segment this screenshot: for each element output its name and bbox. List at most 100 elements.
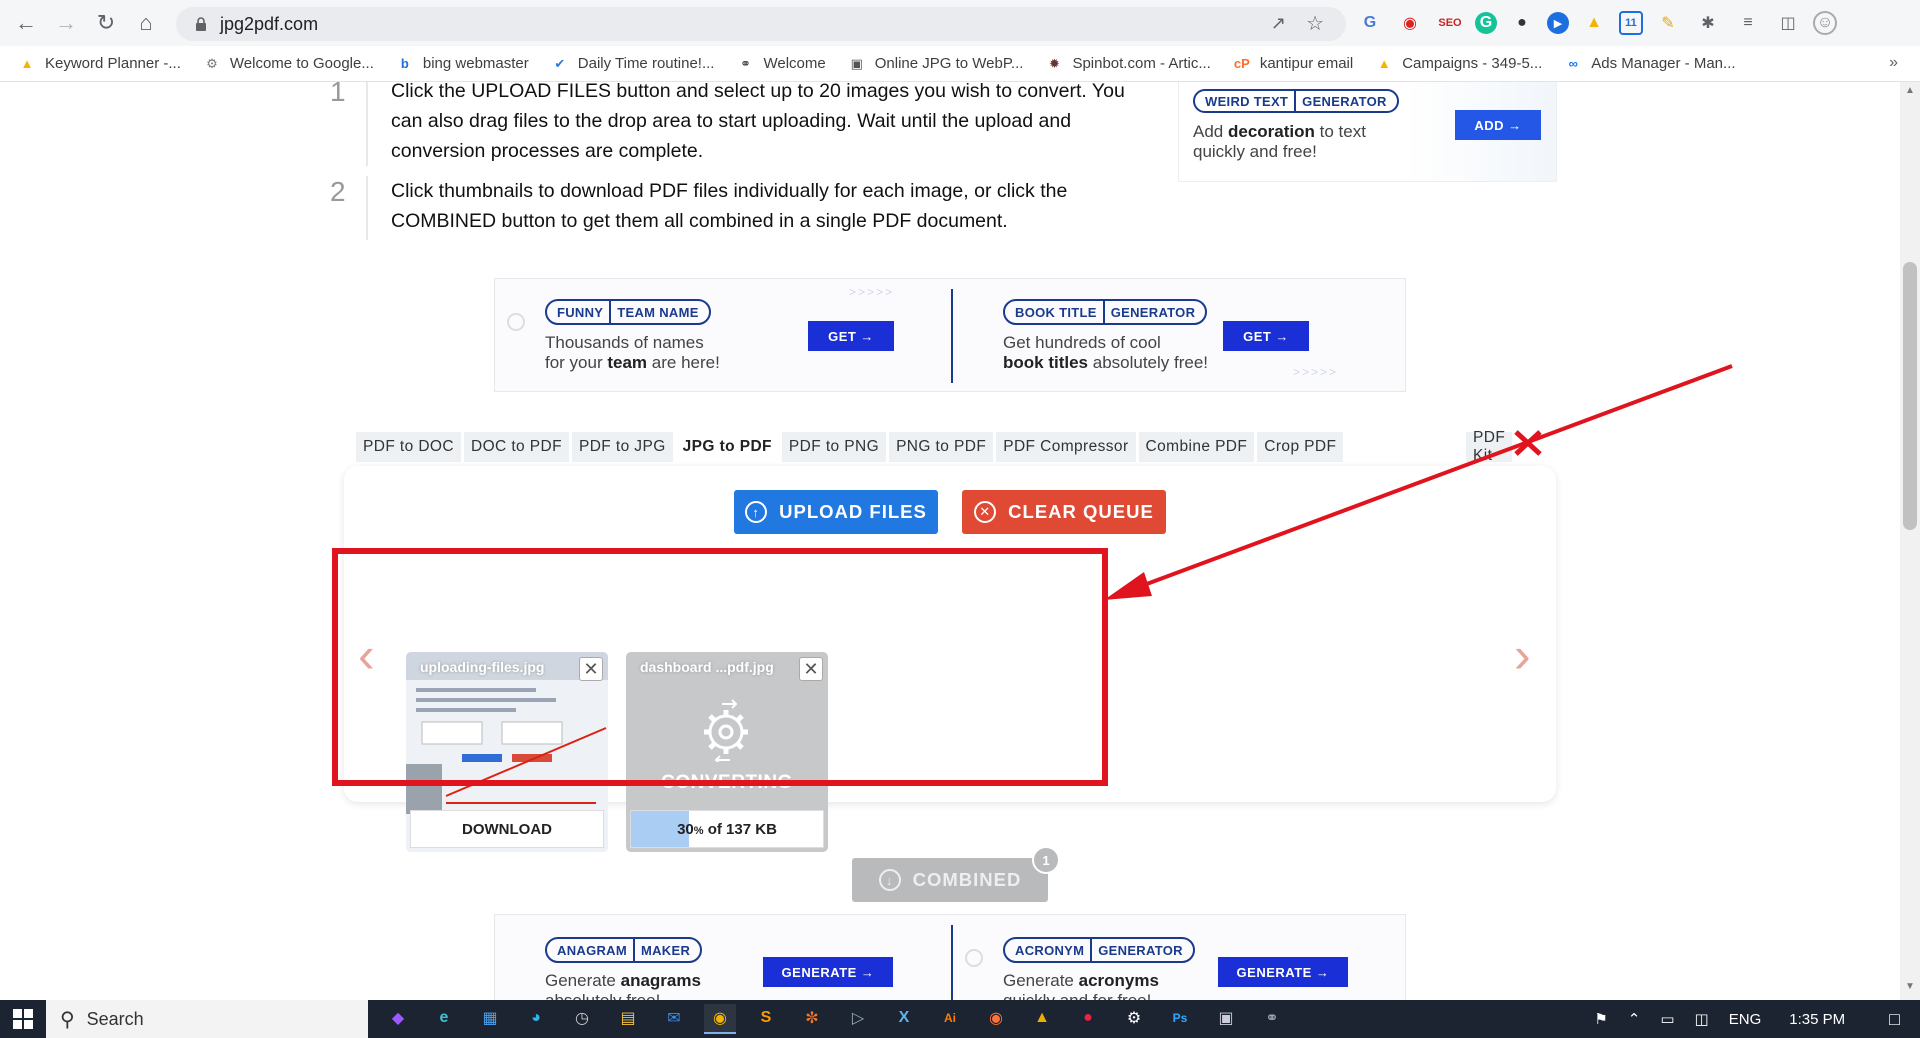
close-icon[interactable]: ✕ — [799, 657, 823, 681]
extension-red-icon[interactable]: ◉ — [1395, 8, 1425, 38]
app-window-icon[interactable]: ▣ — [1210, 1004, 1242, 1034]
next-arrow-icon[interactable]: › — [1514, 626, 1531, 684]
ad-weird-text-generator[interactable]: WEIRD TEXT GENERATOR Add decoration to te… — [1178, 82, 1557, 182]
close-icon[interactable]: ✕ — [579, 657, 603, 681]
settings-gear-icon[interactable]: ⚙ — [1118, 1004, 1150, 1034]
back-icon[interactable]: ← — [6, 3, 46, 43]
tab-pdf-kit[interactable]: PDF Kit — [1466, 429, 1513, 464]
people-icon[interactable]: ⚑ — [1594, 1010, 1607, 1028]
clock-time[interactable]: 1:35 PM — [1789, 1011, 1845, 1028]
image-file-icon: ▣ — [850, 55, 863, 71]
extension-play-icon[interactable]: ▶ — [1547, 12, 1569, 34]
combined-button[interactable]: ↓ COMBINED — [852, 858, 1048, 902]
tab-jpg-to-pdf[interactable]: JPG to PDF — [675, 432, 779, 462]
tab-combine-pdf[interactable]: Combine PDF — [1138, 432, 1255, 462]
translate-icon[interactable]: G — [1355, 8, 1385, 38]
language-indicator[interactable]: ENG — [1729, 1011, 1762, 1028]
address-bar[interactable]: jpg2pdf.com ↗ ☆ — [176, 7, 1346, 41]
ad-generate-button[interactable]: GENERATE → — [763, 957, 893, 987]
ad-book-title-generator[interactable]: BOOK TITLE GENERATOR Get hundreds of cool… — [953, 279, 1409, 391]
battery-icon[interactable]: ▭ — [1660, 1010, 1674, 1028]
photoshop-icon[interactable]: Ps — [1164, 1004, 1196, 1034]
app-purple-icon[interactable]: ◆ — [382, 1004, 414, 1034]
mail-icon[interactable]: ✉ — [658, 1004, 690, 1034]
prev-arrow-icon[interactable]: ‹ — [358, 626, 375, 684]
ad-generate-button[interactable]: GENERATE → — [1218, 957, 1348, 987]
xampp-icon[interactable]: X — [888, 1004, 920, 1034]
bookmark-welcome[interactable]: ⚭ Welcome — [736, 55, 826, 73]
edge-icon[interactable]: e — [428, 1004, 460, 1034]
url-text: jpg2pdf.com — [220, 13, 319, 34]
file-thumbnail-2[interactable]: dashboard ...pdf.jpg ✕ CONVERTING 30% of… — [626, 652, 828, 852]
ad-banner-bottom: ANAGRAMMAKER Generate anagrams absolutel… — [494, 914, 1406, 1000]
combined-count-badge: 1 — [1032, 846, 1060, 874]
store-icon[interactable]: ▦ — [474, 1004, 506, 1034]
bookmark-welcome-google[interactable]: ⚙ Welcome to Google... — [203, 55, 374, 73]
chrome-icon[interactable]: ◉ — [704, 1004, 736, 1034]
seo-extension-icon[interactable]: SEO — [1435, 8, 1465, 38]
file-thumbnail-1[interactable]: uploading-files.jpg ✕ DOWNLOAD — [406, 652, 608, 852]
tab-pdf-to-jpg[interactable]: PDF to JPG — [571, 432, 673, 462]
tab-pdf-compressor[interactable]: PDF Compressor — [996, 432, 1136, 462]
file-explorer-icon[interactable]: ▤ — [612, 1004, 644, 1034]
tab-pdf-to-doc[interactable]: PDF to DOC — [356, 432, 461, 462]
page-scrollbar[interactable] — [1900, 82, 1920, 1000]
ad-get-button[interactable]: GET → — [808, 321, 894, 351]
ad-get-button[interactable]: GET → — [1223, 321, 1309, 351]
side-panel-icon[interactable]: ◫ — [1773, 8, 1803, 38]
illustrator-icon[interactable]: Ai — [934, 1004, 966, 1034]
clear-queue-button[interactable]: ✕ CLEAR QUEUE — [962, 490, 1166, 534]
bookmark-spinbot[interactable]: ✹ Spinbot.com - Artic... — [1045, 55, 1211, 73]
firefox-icon[interactable]: ◉ — [980, 1004, 1012, 1034]
bookmark-kantipur-email[interactable]: cP kantipur email — [1233, 55, 1353, 73]
download-button[interactable]: DOWNLOAD — [410, 810, 604, 848]
tab-doc-to-pdf[interactable]: DOC to PDF — [463, 432, 569, 462]
network-icon[interactable]: ◫ — [1695, 1010, 1709, 1028]
calendar-extension-icon[interactable]: 11 — [1619, 11, 1643, 35]
ad-acronym-generator[interactable]: ACRONYMGENERATOR Generate acronyms quick… — [953, 915, 1409, 1000]
app-globe-icon[interactable]: ⚭ — [1256, 1004, 1288, 1034]
scrollbar-thumb[interactable] — [1903, 262, 1917, 530]
grammarly-icon[interactable]: G — [1475, 12, 1497, 34]
bookmarks-overflow-icon[interactable]: » — [1889, 54, 1898, 72]
extension-dots-icon[interactable]: ● — [1507, 8, 1537, 38]
scroll-down-icon[interactable]: ▼ — [1905, 982, 1915, 992]
upload-files-button[interactable]: ↑ UPLOAD FILES — [734, 490, 938, 534]
clock-app-icon[interactable]: ◷ — [566, 1004, 598, 1034]
browser-toolbar: ← → ↻ ⌂ jpg2pdf.com ↗ ☆ G ◉ SEO G ● ▶ ▲ … — [0, 0, 1920, 46]
home-icon[interactable]: ⌂ — [126, 3, 166, 43]
bookmark-campaigns[interactable]: ▲ Campaigns - 349-5... — [1375, 55, 1543, 73]
tab-crop-pdf[interactable]: Crop PDF — [1257, 432, 1344, 462]
profile-avatar-icon[interactable]: ☺ — [1813, 11, 1837, 35]
tab-png-to-pdf[interactable]: PNG to PDF — [889, 432, 994, 462]
app-terminal-icon[interactable]: ▷ — [842, 1004, 874, 1034]
edge-browser-icon[interactable]: ◕ — [520, 1004, 552, 1034]
notification-icon[interactable]: □ — [1889, 1009, 1900, 1030]
highlighter-icon[interactable]: ✎ — [1653, 8, 1683, 38]
app-car-icon[interactable]: ▲ — [1026, 1004, 1058, 1034]
ad-anagram-maker[interactable]: ANAGRAMMAKER Generate anagrams absolutel… — [495, 915, 951, 1000]
forward-icon[interactable]: → — [46, 3, 86, 43]
bookmark-ads-manager[interactable]: ∞ Ads Manager - Man... — [1564, 55, 1736, 73]
ad-description: Thousands of names for your team are her… — [545, 333, 720, 372]
taskbar-search[interactable]: ⚲ Search — [46, 1000, 368, 1038]
ad-add-button[interactable]: ADD → — [1455, 110, 1541, 140]
chevron-up-icon[interactable]: ⌃ — [1628, 1010, 1641, 1028]
bookmark-bing-webmaster[interactable]: b bing webmaster — [396, 55, 529, 73]
bookmark-jpg-to-webp[interactable]: ▣ Online JPG to WebP... — [848, 55, 1024, 73]
bookmark-daily-routine[interactable]: ✔ Daily Time routine!... — [551, 55, 714, 73]
reading-list-icon[interactable]: ≡ — [1733, 8, 1763, 38]
bookmark-star-icon[interactable]: ☆ — [1306, 11, 1324, 36]
puzzle-icon[interactable]: ✱ — [1693, 8, 1723, 38]
ad-funny-team-name[interactable]: FUNNY TEAM NAME Thousands of names for yo… — [495, 279, 951, 391]
share-icon[interactable]: ↗ — [1271, 13, 1286, 34]
windows-start-icon[interactable] — [0, 1000, 46, 1038]
extension-yellow-icon[interactable]: ▲ — [1579, 8, 1609, 38]
blender-icon[interactable]: ✼ — [796, 1004, 828, 1034]
app-flame-icon[interactable]: ● — [1072, 1004, 1104, 1034]
tab-pdf-to-png[interactable]: PDF to PNG — [781, 432, 887, 462]
scroll-up-icon[interactable]: ▲ — [1905, 86, 1915, 96]
sublime-icon[interactable]: S — [750, 1004, 782, 1034]
reload-icon[interactable]: ↻ — [86, 3, 126, 43]
bookmark-keyword-planner[interactable]: ▲ Keyword Planner -... — [18, 55, 181, 73]
